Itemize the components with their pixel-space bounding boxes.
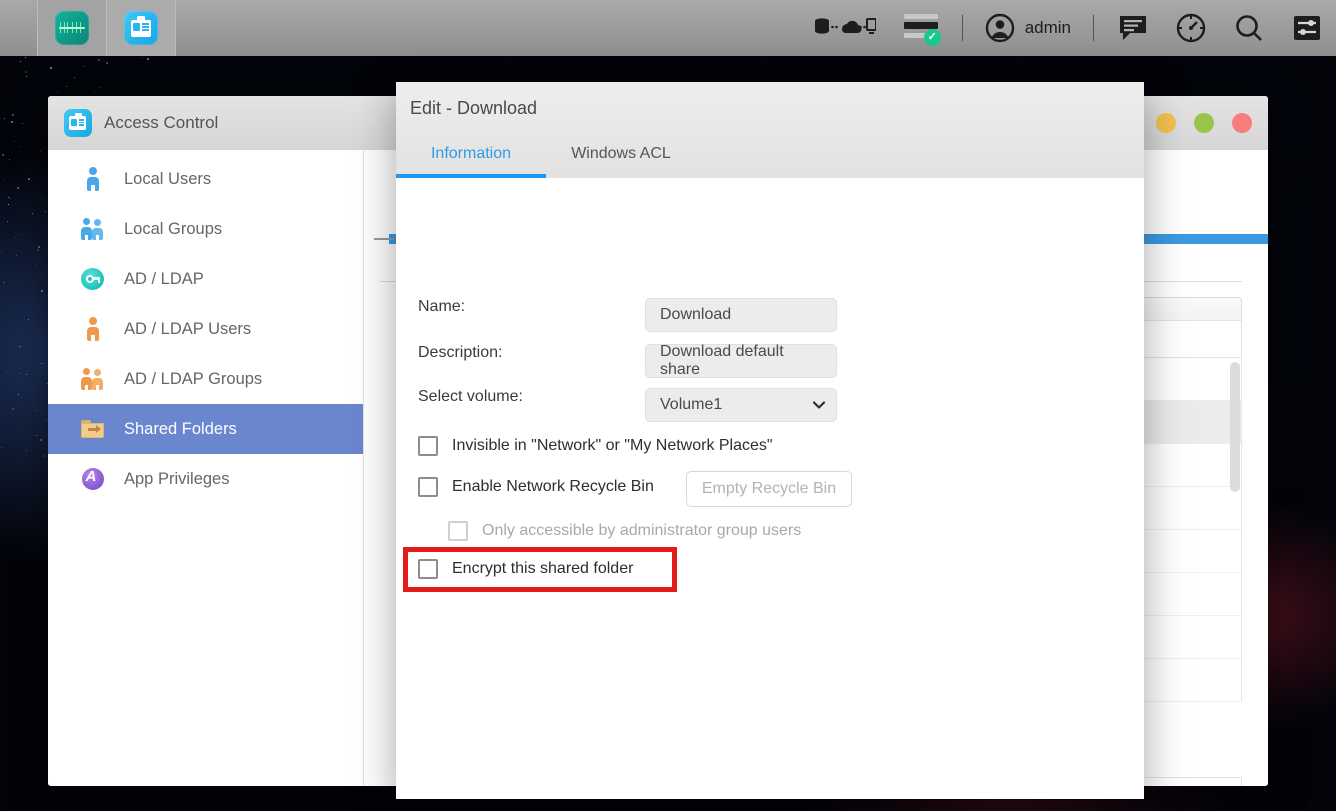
taskbar-edge (0, 0, 38, 56)
dialog-body: Name: Download Description: Download def… (396, 178, 1144, 799)
screen: ✓ admin Access Control Local Users Local… (0, 0, 1336, 811)
checkbox-box (448, 521, 468, 541)
sidebar-item-label: AD / LDAP (124, 269, 204, 288)
name-input[interactable]: Download (645, 298, 837, 332)
folder-icon (80, 416, 106, 442)
checkbox-encrypt-shared-folder[interactable]: Encrypt this shared folder (418, 559, 633, 579)
access-control-icon-small (64, 109, 92, 137)
tab-information[interactable]: Information (396, 130, 546, 178)
username-label: admin (1024, 18, 1071, 37)
sidebar-item-label: Local Users (124, 169, 212, 188)
window-dot-2[interactable] (1194, 113, 1214, 133)
toolbar-line (374, 238, 394, 240)
checkbox-label: Encrypt this shared folder (452, 560, 634, 577)
dashboard-icon[interactable] (1162, 0, 1220, 56)
sidebar-item-local-groups[interactable]: Local Groups (48, 204, 363, 254)
user-menu[interactable]: admin (973, 13, 1083, 43)
checkbox-admin-only: Only accessible by administrator group u… (448, 521, 801, 541)
checkbox-box[interactable] (418, 559, 438, 579)
taskbar-divider-2 (1093, 15, 1094, 41)
taskbar-app-access-control[interactable] (107, 0, 176, 56)
checkbox-label: Invisible in "Network" or "My Network Pl… (452, 437, 773, 454)
users-group-orange-icon (80, 366, 106, 392)
app-privileges-icon: A (80, 466, 106, 492)
sidebar-item-label: Shared Folders (124, 419, 237, 438)
sidebar-item-label: AD / LDAP Users (124, 319, 252, 338)
window-dot-3[interactable] (1232, 113, 1252, 133)
sidebar-item-app-privileges[interactable]: A App Privileges (48, 454, 363, 504)
sidebar-item-label: Local Groups (124, 219, 223, 238)
sidebar-item-ad-ldap-users[interactable]: AD / LDAP Users (48, 304, 363, 354)
sidebar-item-label: App Privileges (124, 469, 230, 488)
search-icon[interactable] (1220, 0, 1278, 56)
dialog-header: Edit - Download Information Windows ACL (396, 82, 1144, 178)
sidebar-item-ad-ldap-groups[interactable]: AD / LDAP Groups (48, 354, 363, 404)
checkbox-invisible-network[interactable]: Invisible in "Network" or "My Network Pl… (418, 436, 773, 456)
control-panel-icon[interactable] (1278, 0, 1336, 56)
notification-chat-icon[interactable] (1104, 0, 1162, 56)
empty-recycle-bin-button[interactable]: Empty Recycle Bin (686, 471, 852, 507)
volume-select[interactable]: Volume1 (645, 388, 837, 422)
access-control-icon (124, 11, 158, 45)
users-group-icon (80, 216, 106, 242)
checkbox-box[interactable] (418, 436, 438, 456)
taskbar: ✓ admin (0, 0, 1336, 56)
field-volume-label: Select volume: (418, 388, 523, 405)
field-description-row: Description: (418, 344, 502, 362)
taskbar-divider (961, 15, 963, 41)
sidebar-item-shared-folders[interactable]: Shared Folders (48, 404, 363, 454)
chevron-down-icon (812, 398, 826, 410)
table-scrollbar[interactable] (1230, 362, 1240, 492)
checkbox-label: Enable Network Recycle Bin (452, 478, 654, 495)
storage-health-icon[interactable]: ✓ (890, 0, 952, 56)
volume-select-value: Volume1 (660, 396, 723, 413)
resource-monitor-icon (55, 11, 89, 45)
field-name-row: Name: (418, 298, 465, 316)
description-input[interactable]: Download default share (645, 343, 837, 378)
dialog-title: Edit - Download (410, 98, 538, 118)
edit-download-dialog: Edit - Download Information Windows ACL … (396, 82, 1144, 799)
field-description-label: Description: (418, 344, 503, 361)
checkbox-enable-recycle-bin[interactable]: Enable Network Recycle Bin (418, 477, 654, 497)
tab-windows-acl[interactable]: Windows ACL (546, 130, 696, 178)
window-dot-1[interactable] (1156, 113, 1176, 133)
sidebar-item-ad-ldap[interactable]: AD / LDAP (48, 254, 363, 304)
key-icon (80, 266, 106, 292)
sidebar-item-label: AD / LDAP Groups (124, 369, 263, 388)
sidebar-item-local-users[interactable]: Local Users (48, 154, 363, 204)
field-name-label: Name: (418, 298, 466, 315)
taskbar-app-resource-monitor[interactable] (38, 0, 107, 56)
field-volume-row: Select volume: (418, 388, 523, 406)
user-orange-icon (80, 316, 106, 342)
checkbox-label: Only accessible by administrator group u… (482, 522, 802, 539)
sidebar: Local Users Local Groups AD / LDAP AD / LDA… (48, 150, 364, 786)
cloud-sync-icon[interactable] (800, 0, 890, 56)
avatar-icon (985, 13, 1014, 43)
background-window-title: Access Control (104, 113, 219, 132)
dialog-tabs: Information Windows ACL (396, 130, 696, 178)
health-check-badge: ✓ (923, 29, 941, 46)
checkbox-box[interactable] (418, 477, 438, 497)
user-icon (80, 166, 106, 192)
